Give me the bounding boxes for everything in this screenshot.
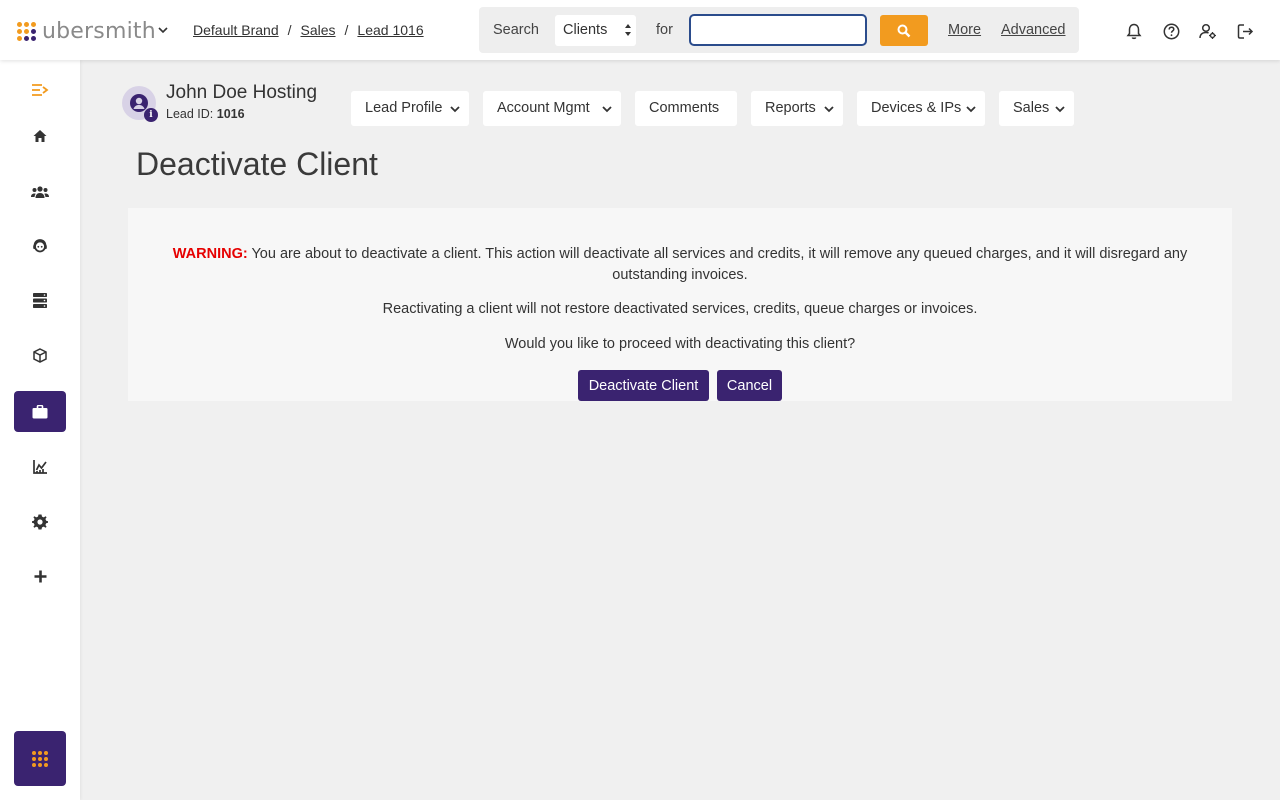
user-settings-icon[interactable] <box>1199 22 1217 40</box>
sidebar-item-settings[interactable] <box>14 501 66 542</box>
sidebar-item-add[interactable] <box>14 556 66 597</box>
warning-label: WARNING: <box>172 246 248 262</box>
chevron-down-icon <box>824 106 834 113</box>
breadcrumb-separator: / <box>344 22 349 38</box>
tab-label: Sales <box>1013 100 1050 116</box>
info-icon[interactable]: i <box>144 108 158 122</box>
tab-lead-profile[interactable]: Lead Profile <box>351 91 469 126</box>
chevron-down-icon <box>450 106 460 113</box>
search-scope-value: Clients <box>563 22 608 38</box>
tab-sales[interactable]: Sales <box>999 91 1074 126</box>
search-label: Search <box>493 22 539 38</box>
breadcrumb-lead[interactable]: Lead 1016 <box>357 22 423 38</box>
sidebar-item-sales[interactable] <box>14 391 66 432</box>
sidebar-item-devices[interactable] <box>14 280 66 321</box>
chart-icon <box>32 460 47 474</box>
breadcrumb: Default Brand / Sales / Lead 1016 <box>193 22 424 38</box>
sidebar-item-home[interactable] <box>14 115 66 156</box>
tab-label: Devices & IPs <box>871 100 962 116</box>
deactivate-client-button[interactable]: Deactivate Client <box>578 370 709 401</box>
apps-button[interactable] <box>14 731 66 786</box>
cancel-button[interactable]: Cancel <box>717 370 782 401</box>
breadcrumb-separator: / <box>287 22 292 38</box>
search-bar: Search Clients for More Advanced <box>479 7 1079 53</box>
tab-comments[interactable]: Comments <box>635 91 737 126</box>
lead-id-label: Lead ID: <box>166 107 214 121</box>
tab-devices-ips[interactable]: Devices & IPs <box>857 91 985 126</box>
sidebar-item-support[interactable] <box>14 225 66 266</box>
warning-message: WARNING: You are about to deactivate a c… <box>136 244 1224 286</box>
chevron-down-icon <box>966 106 976 113</box>
search-icon <box>897 24 911 37</box>
search-advanced-link[interactable]: Advanced <box>1001 22 1066 38</box>
search-input[interactable] <box>689 14 867 46</box>
search-scope-select[interactable]: Clients <box>555 15 636 46</box>
sidebar-item-products[interactable] <box>14 335 66 376</box>
warning-text: You are about to deactivate a client. Th… <box>251 246 1188 283</box>
bell-icon[interactable] <box>1125 22 1143 40</box>
briefcase-icon <box>32 404 48 418</box>
lead-id-value: 1016 <box>216 107 245 121</box>
top-header: ubersmith Default Brand / Sales / Lead 1… <box>0 0 1280 60</box>
breadcrumb-sales[interactable]: Sales <box>301 22 336 38</box>
deactivate-panel: WARNING: You are about to deactivate a c… <box>128 208 1232 401</box>
chevron-down-icon[interactable] <box>157 24 169 36</box>
gear-icon <box>32 514 48 529</box>
logout-icon[interactable] <box>1236 22 1254 40</box>
tab-label: Reports <box>765 100 816 116</box>
tab-account-mgmt[interactable]: Account Mgmt <box>483 91 621 126</box>
search-button[interactable] <box>880 15 928 46</box>
server-icon <box>33 293 47 308</box>
page-title: Deactivate Client <box>136 146 378 182</box>
home-icon <box>33 129 47 142</box>
select-arrows-icon <box>625 24 631 36</box>
chevron-down-icon <box>1055 106 1065 113</box>
help-icon[interactable] <box>1162 22 1180 40</box>
package-icon <box>33 348 47 363</box>
sidebar <box>0 60 80 800</box>
lead-name: John Doe Hosting <box>166 82 318 103</box>
sidebar-item-menu-collapse[interactable] <box>14 69 66 110</box>
menu-collapse-icon <box>32 83 49 96</box>
tab-label: Lead Profile <box>365 100 443 116</box>
support-icon <box>33 238 47 252</box>
tab-label: Comments <box>649 100 720 116</box>
sidebar-item-clients[interactable] <box>14 171 66 212</box>
apps-icon <box>32 750 48 767</box>
breadcrumb-brand[interactable]: Default Brand <box>193 22 279 38</box>
tab-label: Account Mgmt <box>497 100 590 116</box>
logo-icon <box>17 22 36 41</box>
plus-icon <box>34 570 46 583</box>
confirm-question: Would you like to proceed with deactivat… <box>504 336 856 352</box>
info-text: Reactivating a client will not restore d… <box>382 301 978 317</box>
search-for-label: for <box>656 22 673 38</box>
search-more-link[interactable]: More <box>948 22 981 38</box>
logo-text: ubersmith <box>42 19 156 44</box>
lead-id: Lead ID: 1016 <box>166 107 245 121</box>
sidebar-item-reports[interactable] <box>14 446 66 487</box>
users-icon <box>31 185 49 198</box>
logo[interactable]: ubersmith <box>17 19 156 44</box>
chevron-down-icon <box>602 106 612 113</box>
tab-reports[interactable]: Reports <box>751 91 843 126</box>
